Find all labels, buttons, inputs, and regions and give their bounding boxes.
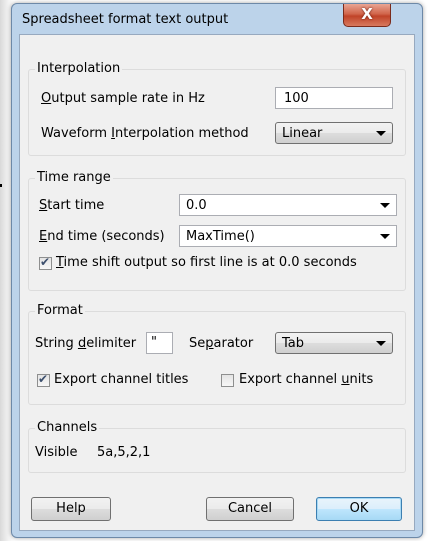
dropdown-arrow-icon bbox=[376, 341, 386, 346]
close-button[interactable]: X bbox=[343, 4, 391, 27]
dropdown-arrow-icon bbox=[376, 131, 386, 136]
time-shift-label[interactable]: Time shift output so first line is at 0.… bbox=[56, 255, 357, 270]
dropdown-arrow-icon bbox=[380, 234, 390, 239]
start-time-combo[interactable]: 0.0 bbox=[179, 194, 397, 216]
interpolation-group: Interpolation Output sample rate in Hz 1… bbox=[28, 61, 406, 156]
visible-label: Visible bbox=[35, 445, 78, 460]
separator-select[interactable]: Tab bbox=[275, 332, 393, 354]
sample-rate-label-rest: utput sample rate in Hz bbox=[51, 91, 205, 106]
string-delimiter-input[interactable]: " bbox=[146, 332, 173, 354]
close-icon: X bbox=[361, 5, 373, 23]
export-titles-label[interactable]: Export channel titles bbox=[54, 372, 188, 387]
channels-group: Channels Visible 5a,5,2,1 bbox=[28, 420, 406, 473]
sample-rate-label: Output sample rate in Hz bbox=[41, 91, 205, 106]
help-button[interactable]: Help bbox=[31, 497, 111, 521]
dialog-client-area: Interpolation Output sample rate in Hz 1… bbox=[19, 34, 415, 531]
interpolation-legend: Interpolation bbox=[35, 61, 123, 76]
title-bar[interactable]: Spreadsheet format text output X bbox=[12, 4, 422, 34]
end-time-combo[interactable]: MaxTime() bbox=[179, 225, 397, 247]
format-legend: Format bbox=[35, 303, 85, 318]
channels-legend: Channels bbox=[35, 420, 100, 435]
string-delimiter-label: String delimiter bbox=[35, 336, 137, 351]
start-time-label: Start time bbox=[39, 198, 105, 213]
end-time-value: MaxTime() bbox=[186, 229, 255, 244]
export-units-checkbox[interactable] bbox=[221, 374, 234, 387]
separator-value: Tab bbox=[282, 336, 305, 351]
time-shift-checkbox[interactable] bbox=[39, 255, 52, 270]
ok-button[interactable]: OK bbox=[316, 497, 402, 521]
separator-label: Separator bbox=[189, 336, 254, 351]
export-units-label[interactable]: Export channel units bbox=[239, 372, 373, 387]
export-titles-checkbox[interactable] bbox=[37, 372, 50, 387]
interpolation-method-select[interactable]: Linear bbox=[275, 122, 393, 144]
interpolation-method-value: Linear bbox=[282, 126, 323, 141]
format-group: Format String delimiter " Separator Tab … bbox=[28, 303, 406, 405]
window-title: Spreadsheet format text output bbox=[22, 12, 229, 27]
cancel-button[interactable]: Cancel bbox=[206, 497, 294, 521]
visible-channels-value: 5a,5,2,1 bbox=[97, 445, 151, 460]
sample-rate-input[interactable]: 100 bbox=[275, 87, 393, 109]
time-range-group: Time range Start time 0.0 End time (seco… bbox=[28, 170, 406, 291]
background-mark bbox=[0, 184, 2, 187]
start-time-value: 0.0 bbox=[186, 198, 207, 213]
dropdown-arrow-icon bbox=[380, 203, 390, 208]
interpolation-method-label: Waveform Interpolation method bbox=[41, 126, 249, 141]
dialog-window: Spreadsheet format text output X Interpo… bbox=[11, 3, 423, 538]
time-range-legend: Time range bbox=[35, 170, 113, 185]
end-time-label: End time (seconds) bbox=[39, 229, 165, 244]
